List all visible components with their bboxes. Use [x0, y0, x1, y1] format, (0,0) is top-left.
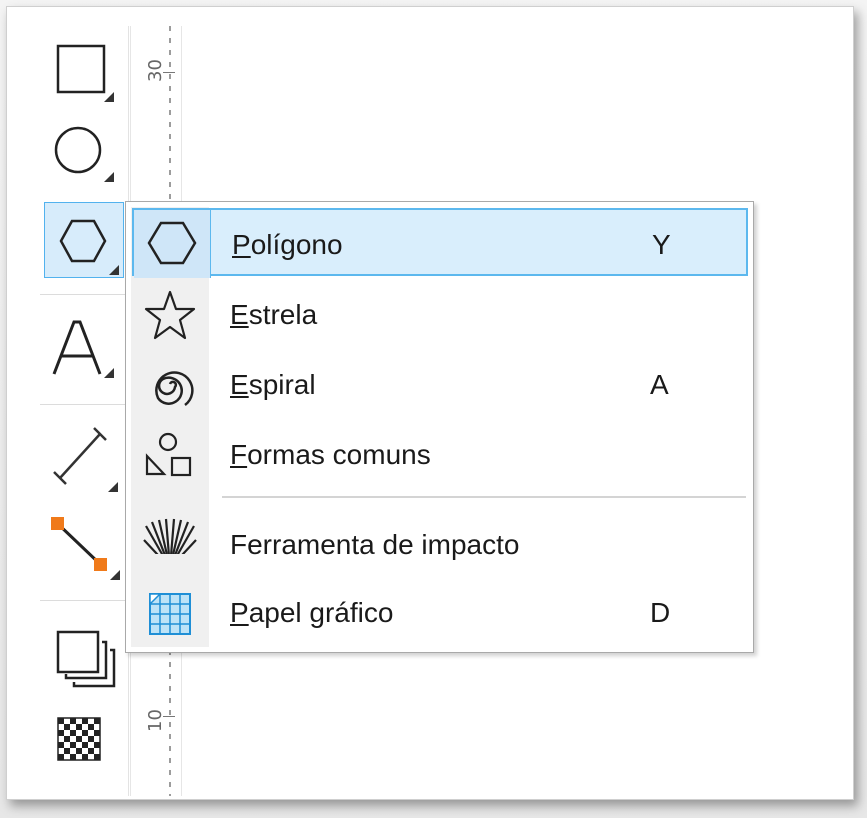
- checker-square: [58, 754, 64, 760]
- menu-item-label: Formas comuns: [230, 439, 431, 471]
- checker-square: [64, 736, 70, 742]
- checker-square: [94, 718, 100, 724]
- menu-item-poligono[interactable]: Polígono Y: [132, 208, 748, 278]
- checker-square: [58, 718, 64, 724]
- rectangle-tool[interactable]: [44, 34, 122, 112]
- toolbox-separator: [40, 404, 128, 405]
- menu-item-shortcut: A: [650, 369, 669, 400]
- mnemonic-letter: F: [230, 439, 248, 470]
- menu-item-formas-comuns[interactable]: Formas comuns: [132, 420, 748, 488]
- checker-square: [70, 718, 76, 724]
- checker-square: [94, 730, 100, 736]
- label-rest: Ferramenta de impacto: [230, 529, 520, 560]
- menu-item-estrela[interactable]: Estrela: [132, 280, 748, 348]
- checker-square: [88, 736, 94, 742]
- menu-item-ferramenta-de-impacto[interactable]: Ferramenta de impacto: [132, 510, 748, 578]
- connector-tool[interactable]: [44, 508, 122, 586]
- checker-square: [94, 742, 100, 748]
- menu-item-papel-grafico[interactable]: Papel gráfico D: [132, 578, 748, 646]
- mnemonic-letter: P: [230, 597, 249, 628]
- hexagon-icon: [59, 219, 119, 275]
- checkerboard-icon: [57, 717, 101, 761]
- menu-item-label: Papel gráfico: [230, 597, 393, 629]
- menu-icon-cell: [132, 510, 208, 578]
- checker-square: [88, 748, 94, 754]
- mnemonic-letter: E: [230, 369, 249, 400]
- transparency-tool[interactable]: [44, 704, 122, 782]
- star-icon: [144, 290, 196, 340]
- common-shapes-icon: [145, 432, 192, 477]
- rectangle-icon: [56, 44, 114, 102]
- menu-icon-cell: [132, 280, 208, 348]
- spiral-icon: [155, 371, 194, 407]
- dimension-tool[interactable]: [44, 418, 122, 496]
- impact-icon: [140, 518, 200, 570]
- checker-square: [88, 724, 94, 730]
- checker-square: [82, 718, 88, 724]
- polygon-flyout-menu: Polígono Y Estrela Espiral A Formas comu…: [125, 201, 754, 653]
- menu-item-label: Polígono: [232, 229, 343, 261]
- toolbox-separator: [40, 294, 128, 295]
- menu-item-label: Espiral: [230, 369, 316, 401]
- drop-shadow-tool[interactable]: [44, 620, 122, 698]
- menu-item-label: Estrela: [230, 299, 317, 331]
- checker-square: [76, 748, 82, 754]
- label-rest: spiral: [248, 369, 316, 400]
- menu-separator: [222, 496, 746, 498]
- ruler-label-10: 10: [145, 709, 166, 732]
- label-rest: ormas comuns: [247, 439, 431, 470]
- checker-square: [94, 754, 100, 760]
- checker-square: [82, 742, 88, 748]
- ellipse-tool[interactable]: [44, 114, 122, 192]
- checker-square: [70, 742, 76, 748]
- checker-square: [82, 730, 88, 736]
- checker-square: [76, 724, 82, 730]
- menu-item-shortcut: Y: [652, 229, 671, 260]
- polygon-tool[interactable]: [44, 202, 124, 278]
- hexagon-icon: [147, 221, 197, 265]
- mnemonic-letter: P: [232, 229, 251, 260]
- label-rest: apel gráfico: [248, 597, 394, 628]
- checker-square: [58, 742, 64, 748]
- graph-paper-icon: [149, 593, 191, 635]
- drop-shadow-icon: [56, 630, 116, 688]
- checker-square: [82, 754, 88, 760]
- menu-icon-cell: [132, 350, 208, 418]
- checker-square: [70, 730, 76, 736]
- checker-square: [64, 724, 70, 730]
- connector-icon: [51, 517, 120, 580]
- checker-square: [58, 730, 64, 736]
- menu-icon-cell: [132, 420, 208, 488]
- menu-item-shortcut: D: [650, 597, 671, 628]
- checker-square: [76, 736, 82, 742]
- dimension-line-icon: [53, 427, 118, 492]
- text-tool[interactable]: [44, 310, 122, 388]
- label-rest: strela: [248, 299, 318, 330]
- mnemonic-letter: E: [230, 299, 249, 330]
- checker-square: [64, 748, 70, 754]
- menu-item-espiral[interactable]: Espiral A: [132, 350, 748, 418]
- menu-icon-cell: [132, 578, 208, 646]
- ellipse-icon: [54, 126, 114, 182]
- menu-item-label: Ferramenta de impacto: [230, 529, 519, 561]
- label-rest: olígono: [250, 229, 343, 260]
- menu-icon-cell: [134, 210, 211, 278]
- checker-square: [70, 754, 76, 760]
- text-A-icon: [52, 320, 114, 378]
- toolbox-separator: [40, 600, 128, 601]
- ruler-label-30: 30: [145, 59, 166, 82]
- toolbox: [40, 26, 129, 796]
